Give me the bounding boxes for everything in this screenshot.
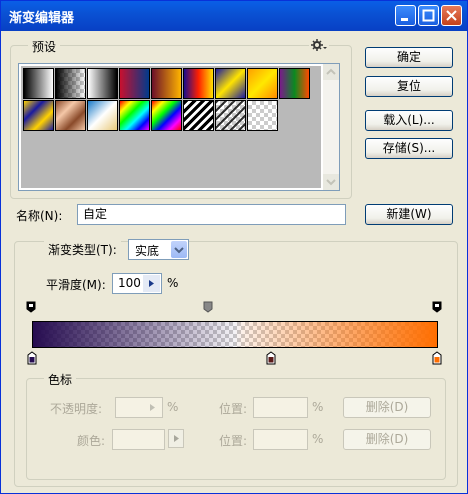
preset-swatch[interactable]	[215, 100, 246, 131]
delete-color-stop-button[interactable]: 删除(D)	[343, 429, 431, 450]
load-button[interactable]: 载入(L)...	[365, 110, 453, 131]
maximize-button[interactable]	[418, 5, 439, 26]
close-icon	[446, 10, 457, 21]
smoothness-value: 100	[118, 276, 141, 290]
name-input[interactable]: 自定	[77, 204, 346, 225]
chevron-up-icon	[326, 68, 336, 75]
reset-button[interactable]: 复位	[365, 76, 453, 97]
color-stops-label: 色标	[44, 371, 77, 388]
preset-swatch[interactable]	[247, 100, 278, 131]
color-label: 颜色:	[77, 434, 106, 448]
smoothness-percent: %	[167, 276, 179, 290]
minimize-icon	[401, 18, 408, 21]
gradient-preview-bar[interactable]	[32, 321, 438, 348]
chevron-right-icon	[144, 399, 161, 416]
opacity-position-percent: %	[312, 400, 324, 414]
gradient-type-select[interactable]: 实底	[128, 239, 189, 260]
preset-swatch[interactable]	[55, 68, 86, 99]
opacity-position-input[interactable]	[253, 397, 308, 418]
color-stop-start[interactable]	[27, 351, 37, 365]
close-button[interactable]	[441, 5, 462, 26]
preset-swatch[interactable]	[87, 68, 118, 99]
chevron-right-icon	[174, 435, 179, 442]
window-title: 渐变编辑器	[9, 11, 75, 26]
preset-swatch[interactable]	[55, 100, 86, 131]
smoothness-input[interactable]: 100	[112, 273, 162, 294]
opacity-stop-end[interactable]	[432, 301, 442, 313]
opacity-label: 不透明度:	[50, 402, 103, 416]
preset-swatch[interactable]	[247, 68, 278, 99]
title-bar: 渐变编辑器	[1, 1, 467, 31]
smoothness-label: 平滑度(M):	[46, 278, 106, 292]
preset-swatch[interactable]	[151, 100, 182, 131]
minimize-button[interactable]	[395, 5, 416, 26]
delete-opacity-stop-button[interactable]: 删除(D)	[343, 397, 431, 418]
preset-scrollbar[interactable]	[323, 64, 339, 190]
maximize-icon	[422, 9, 435, 22]
new-button[interactable]: 新建(W)	[365, 204, 453, 225]
preset-swatch[interactable]	[279, 68, 310, 99]
preset-swatch[interactable]	[119, 100, 150, 131]
opacity-percent: %	[167, 400, 179, 414]
dialog-client: 预设 确定 复位 载入(L)... 存储(S)... 名称(N): 自定 新建(…	[4, 31, 464, 492]
color-position-input[interactable]	[253, 429, 308, 450]
preset-swatch-list[interactable]	[18, 63, 340, 191]
scroll-down-button[interactable]	[323, 174, 339, 190]
gradient-type-label: 渐变类型(T):	[44, 241, 121, 258]
preset-swatch[interactable]	[23, 68, 54, 99]
preset-swatch[interactable]	[87, 100, 118, 131]
presets-label: 预设	[28, 38, 61, 55]
preset-swatch[interactable]	[183, 68, 214, 99]
save-button[interactable]: 存储(S)...	[365, 138, 453, 159]
color-swatch-field[interactable]	[112, 429, 165, 450]
color-stop-mid[interactable]	[266, 351, 276, 365]
color-position-percent: %	[312, 432, 324, 446]
preset-swatch[interactable]	[183, 100, 214, 131]
opacity-stop-start[interactable]	[26, 301, 36, 313]
preset-swatch[interactable]	[23, 100, 54, 131]
gradient-editor-window: 渐变编辑器 预设 确定 复位 载入(L)... 存储(S)... 名称(N): …	[0, 0, 468, 494]
preset-swatch[interactable]	[119, 68, 150, 99]
chevron-down-icon	[326, 179, 336, 186]
chevron-down-icon[interactable]	[171, 241, 187, 258]
chevron-right-icon	[149, 280, 154, 287]
smoothness-stepper-button[interactable]	[143, 275, 160, 292]
ok-button[interactable]: 确定	[365, 47, 453, 68]
color-picker-arrow[interactable]	[168, 429, 184, 448]
opacity-midpoint[interactable]	[203, 301, 213, 313]
gear-icon[interactable]	[309, 38, 329, 55]
color-stop-end[interactable]	[432, 351, 442, 365]
color-position-label: 位置:	[219, 434, 248, 448]
scroll-up-button[interactable]	[323, 64, 339, 80]
opacity-position-label: 位置:	[219, 402, 248, 416]
preset-swatch[interactable]	[215, 68, 246, 99]
name-label: 名称(N):	[16, 209, 63, 223]
opacity-input[interactable]	[115, 397, 163, 418]
preset-swatch[interactable]	[151, 68, 182, 99]
gradient-type-value: 实底	[135, 244, 160, 258]
swatch-grid	[21, 66, 321, 188]
